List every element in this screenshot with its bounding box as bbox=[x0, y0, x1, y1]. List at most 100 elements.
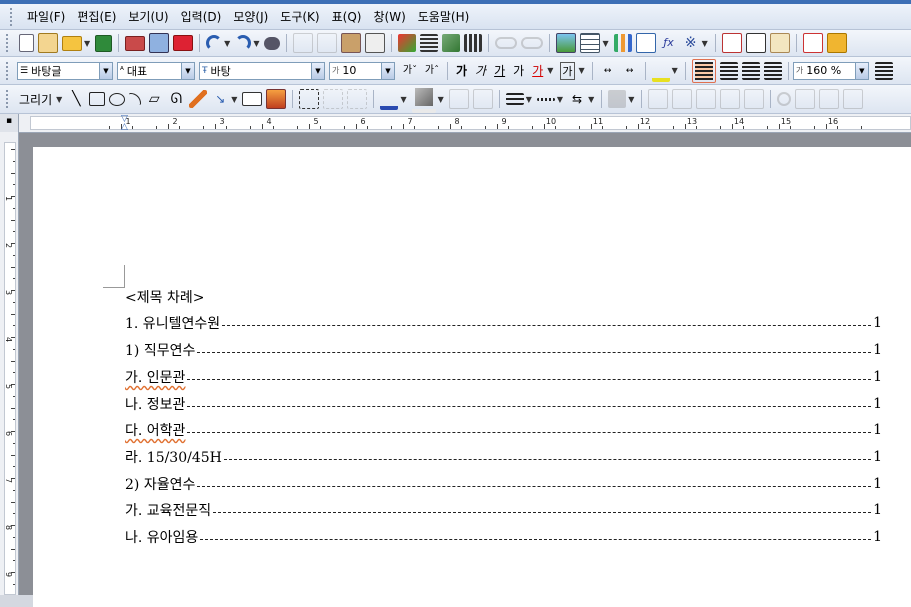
right-align-icon[interactable] bbox=[763, 61, 782, 80]
ungroup-icon[interactable] bbox=[347, 89, 368, 109]
chevron-down-icon[interactable]: ▼ bbox=[381, 62, 394, 79]
toolbar-grip[interactable] bbox=[6, 90, 11, 108]
menu-format[interactable]: 모양(J) bbox=[227, 4, 274, 30]
line-color-dropdown-icon[interactable]: ▼ bbox=[400, 95, 406, 104]
undo-icon[interactable] bbox=[206, 35, 223, 51]
char-spacing-wide-icon[interactable]: ↔ bbox=[621, 62, 639, 80]
connector-tool-icon[interactable]: ↘ bbox=[211, 90, 229, 108]
menu-view[interactable]: 보기(U) bbox=[122, 4, 174, 30]
print-icon[interactable] bbox=[125, 35, 146, 51]
left-align-icon[interactable] bbox=[719, 61, 738, 80]
style-select[interactable]: ☰ 바탕글 ▼ bbox=[17, 61, 113, 80]
find-icon[interactable] bbox=[264, 36, 281, 50]
group-icon[interactable] bbox=[323, 89, 344, 109]
fill-color-dropdown-icon[interactable]: ▼ bbox=[438, 95, 444, 104]
footnote-icon[interactable] bbox=[745, 33, 766, 53]
char-shape-icon[interactable] bbox=[442, 34, 461, 52]
undo-dropdown-icon[interactable]: ▼ bbox=[224, 39, 230, 48]
select-object-icon[interactable] bbox=[299, 89, 320, 109]
insert-table-icon[interactable] bbox=[580, 33, 601, 53]
menu-window[interactable]: 창(W) bbox=[367, 4, 411, 30]
indent-marker-icon[interactable]: ▽ △ bbox=[121, 115, 129, 132]
justify-align-icon[interactable] bbox=[691, 58, 716, 83]
bookmark-icon[interactable] bbox=[521, 37, 544, 49]
symbol-icon[interactable]: ※ bbox=[682, 34, 700, 52]
menu-tools[interactable]: 도구(K) bbox=[274, 4, 325, 30]
char-spacing-narrow-icon[interactable]: ↔ bbox=[599, 62, 617, 80]
open-dropdown-icon[interactable]: ▼ bbox=[84, 39, 90, 48]
open-folder-icon[interactable] bbox=[62, 35, 82, 51]
formula-icon[interactable]: ƒx bbox=[660, 34, 678, 52]
font-size-select[interactable]: 가 10 ▼ bbox=[329, 61, 395, 80]
shade-dropdown-icon[interactable]: ▼ bbox=[579, 66, 585, 75]
shadow-dropdown-icon[interactable]: ▼ bbox=[628, 95, 634, 104]
presentation-icon[interactable] bbox=[802, 33, 823, 53]
toc-entry[interactable]: 라. 15/30/45H 1 bbox=[125, 447, 882, 467]
menubar-grip[interactable] bbox=[10, 7, 15, 26]
line-style-dropdown-icon[interactable]: ▼ bbox=[526, 95, 532, 104]
draw-menu-button[interactable]: 그리기 bbox=[19, 91, 52, 108]
draw-dropdown-icon[interactable]: ▼ bbox=[56, 95, 62, 104]
toc-entry[interactable]: 1. 유니텔연수원 1 bbox=[125, 313, 882, 333]
font-select[interactable]: Ŧ 바탕 ▼ bbox=[199, 61, 325, 80]
font-shrink-icon[interactable]: 가ˇ bbox=[401, 62, 419, 80]
distribute-icon[interactable] bbox=[720, 89, 741, 109]
bold-button[interactable]: 가 bbox=[456, 62, 467, 79]
fill-color-icon[interactable] bbox=[411, 85, 436, 113]
style-icon[interactable] bbox=[398, 34, 417, 52]
menu-file[interactable]: 파일(F) bbox=[21, 4, 71, 30]
rotate-icon[interactable] bbox=[777, 92, 792, 106]
language-select[interactable]: ᴬ 대표 ▼ bbox=[117, 61, 195, 80]
vertical-ruler[interactable]: 1 2 3 4 5 6 7 8 9 bbox=[0, 132, 19, 595]
redo-icon[interactable] bbox=[235, 35, 252, 51]
new-document-icon[interactable] bbox=[19, 34, 34, 52]
header-footer-icon[interactable] bbox=[721, 33, 742, 53]
3d-icon[interactable] bbox=[819, 89, 840, 109]
chevron-down-icon[interactable]: ▼ bbox=[311, 62, 324, 79]
toc-entry[interactable]: 다. 어학관 1 bbox=[125, 420, 882, 440]
picture-tool-icon[interactable] bbox=[266, 89, 287, 109]
textbox-tool-icon[interactable] bbox=[242, 92, 263, 106]
italic-button[interactable]: 가 bbox=[475, 62, 486, 79]
format-copy-icon[interactable] bbox=[365, 33, 386, 53]
toolbar-grip[interactable] bbox=[6, 61, 11, 80]
send-back-icon[interactable] bbox=[672, 89, 693, 109]
columns-icon[interactable] bbox=[464, 34, 483, 52]
line-style-icon[interactable] bbox=[505, 93, 524, 105]
menu-help[interactable]: 도움말(H) bbox=[412, 4, 476, 30]
paragraph-icon[interactable] bbox=[420, 34, 439, 52]
highlight-dropdown-icon[interactable]: ▼ bbox=[672, 66, 678, 75]
ellipse-tool-icon[interactable] bbox=[109, 92, 126, 106]
connector-dropdown-icon[interactable]: ▼ bbox=[231, 95, 237, 104]
polygon-tool-icon[interactable]: ⏥ bbox=[145, 90, 163, 108]
table-dropdown-icon[interactable]: ▼ bbox=[602, 39, 608, 48]
curve-tool-icon[interactable]: ᘏ bbox=[167, 90, 185, 108]
vertical-ruler-track[interactable]: 1 2 3 4 5 6 7 8 9 bbox=[4, 142, 16, 595]
toc-entry[interactable]: 가. 인문관 1 bbox=[125, 367, 882, 387]
pdf-icon[interactable] bbox=[173, 35, 194, 51]
save-icon[interactable] bbox=[95, 34, 113, 52]
indent-icon[interactable] bbox=[874, 61, 893, 80]
insert-picture-icon[interactable] bbox=[556, 33, 577, 53]
toc-entry[interactable]: 2) 자율연수 1 bbox=[125, 474, 882, 494]
line-tool-icon[interactable]: ╲ bbox=[67, 90, 85, 108]
dictionary-icon[interactable] bbox=[826, 33, 847, 53]
document-workspace[interactable]: <제목 차례> 1. 유니텔연수원 1 1) 직무연수 1 가. 인문관 1 나… bbox=[19, 133, 911, 607]
arrow-style-icon[interactable]: ⇆ bbox=[568, 90, 586, 108]
menu-table[interactable]: 표(Q) bbox=[326, 4, 368, 30]
line-spacing-select[interactable]: 가 160 % ▼ bbox=[792, 61, 869, 80]
arc-tool-icon[interactable] bbox=[129, 93, 142, 105]
print-preview-icon[interactable] bbox=[149, 33, 170, 53]
new-window-icon[interactable] bbox=[38, 33, 58, 53]
font-color-button[interactable]: 가 bbox=[532, 62, 543, 79]
insert-textbox-icon[interactable] bbox=[635, 33, 656, 53]
document-page[interactable]: <제목 차례> 1. 유니텔연수원 1 1) 직무연수 1 가. 인문관 1 나… bbox=[33, 147, 911, 607]
ruler-corner-tab-icon[interactable]: ▪ bbox=[0, 114, 19, 132]
toolbar-grip[interactable] bbox=[6, 34, 11, 52]
bring-forward-icon[interactable] bbox=[448, 89, 469, 109]
chevron-down-icon[interactable]: ▼ bbox=[854, 62, 868, 79]
memo-icon[interactable] bbox=[769, 33, 790, 53]
center-align-icon[interactable] bbox=[741, 61, 760, 80]
send-backward-icon[interactable] bbox=[472, 89, 493, 109]
arrow-style-dropdown-icon[interactable]: ▼ bbox=[588, 95, 594, 104]
